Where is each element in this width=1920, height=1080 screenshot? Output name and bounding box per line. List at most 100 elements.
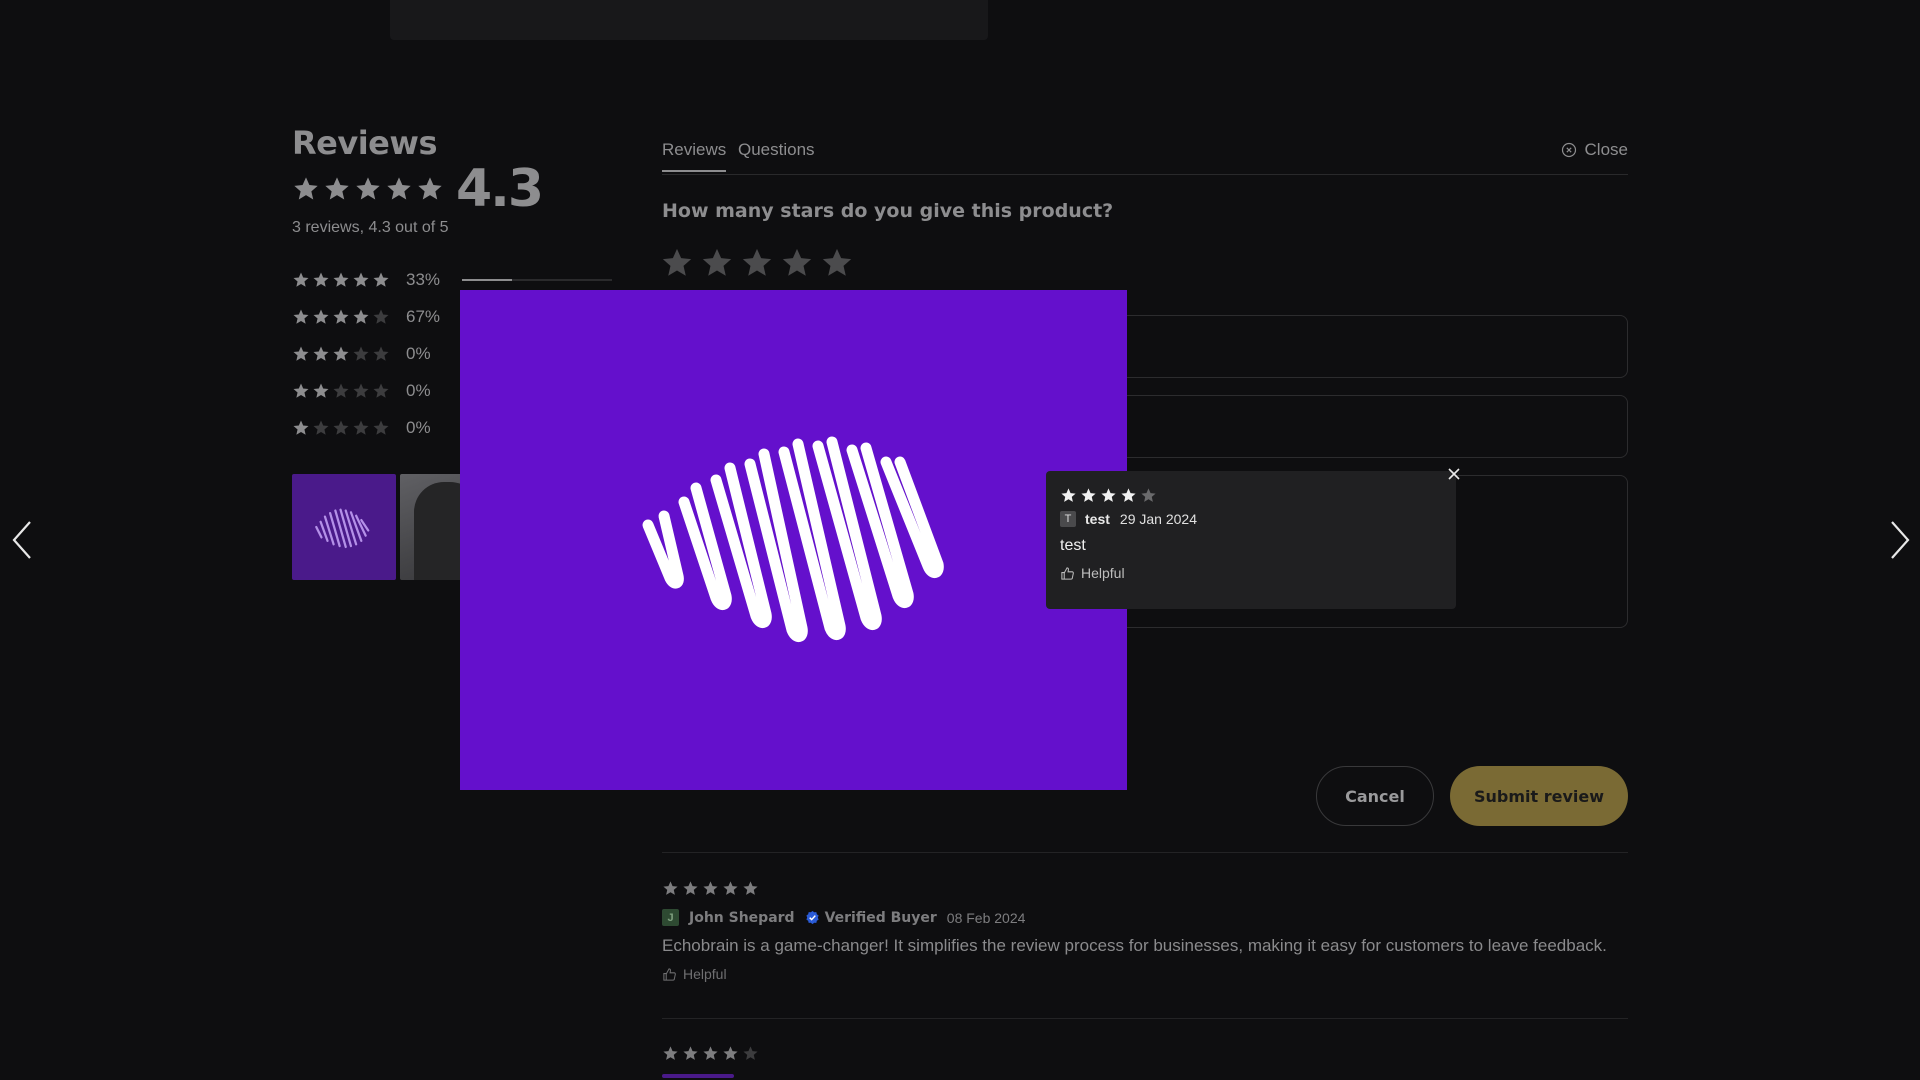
verified-label: Verified Buyer bbox=[824, 909, 937, 926]
review-title-field[interactable] bbox=[1110, 315, 1628, 378]
star-icon bbox=[1141, 488, 1156, 502]
star-icon[interactable] bbox=[820, 246, 854, 280]
top-strip bbox=[390, 0, 988, 40]
star-icon bbox=[373, 420, 389, 435]
divider bbox=[662, 1018, 1628, 1019]
star-icon bbox=[683, 881, 698, 895]
summary-subtitle: 3 reviews, 4.3 out of 5 bbox=[292, 219, 449, 237]
echobrain-logo-icon bbox=[642, 436, 944, 642]
distribution-percent: 33% bbox=[406, 269, 441, 289]
star-icon bbox=[294, 177, 318, 200]
thumbs-up-icon bbox=[1061, 566, 1074, 580]
review-item bbox=[662, 1045, 1628, 1078]
review-stars bbox=[662, 880, 1628, 897]
chevron-left-icon[interactable] bbox=[8, 516, 38, 564]
reviewer-name: test bbox=[1085, 511, 1110, 527]
star-icon[interactable] bbox=[780, 246, 814, 280]
cancel-button[interactable]: Cancel bbox=[1316, 766, 1434, 826]
star-icon bbox=[313, 272, 329, 287]
review-date: 29 Jan 2024 bbox=[1119, 511, 1197, 527]
star-icon bbox=[353, 272, 369, 287]
star-icon bbox=[373, 309, 389, 324]
star-icon bbox=[333, 420, 349, 435]
chevron-right-icon[interactable] bbox=[1884, 516, 1914, 564]
popup-stars bbox=[1060, 487, 1442, 504]
star-icon bbox=[1061, 488, 1076, 502]
distribution-stars bbox=[292, 419, 406, 437]
star-icon bbox=[353, 383, 369, 398]
rating-question: How many stars do you give this product? bbox=[662, 200, 1114, 222]
reviewer-badge bbox=[662, 1074, 734, 1078]
close-icon bbox=[1448, 468, 1460, 480]
lightbox-image bbox=[460, 290, 1127, 790]
distribution-percent: 0% bbox=[406, 380, 431, 400]
helpful-label: Helpful bbox=[1081, 565, 1125, 581]
star-icon bbox=[353, 309, 369, 324]
close-circle-icon bbox=[1561, 142, 1576, 158]
star-icon bbox=[743, 881, 758, 895]
distribution-stars bbox=[292, 308, 406, 326]
reviewer-name: John Shepard bbox=[689, 909, 795, 926]
summary-stars bbox=[292, 175, 444, 203]
helpful-label: Helpful bbox=[683, 966, 727, 982]
helpful-button[interactable]: Helpful bbox=[662, 966, 1628, 982]
avatar: T bbox=[1060, 511, 1076, 527]
star-icon bbox=[373, 383, 389, 398]
star-icon bbox=[663, 1046, 678, 1060]
tab-reviews[interactable]: Reviews bbox=[662, 140, 727, 172]
star-icon bbox=[325, 177, 349, 200]
star-icon bbox=[373, 346, 389, 361]
distribution-stars bbox=[292, 271, 406, 289]
star-icon bbox=[743, 1046, 758, 1060]
thumbnail-logo[interactable] bbox=[292, 474, 396, 580]
distribution-percent: 67% bbox=[406, 306, 441, 326]
review-text: Echobrain is a game-changer! It simplifi… bbox=[662, 936, 1607, 955]
rating-input[interactable] bbox=[660, 246, 854, 280]
star-icon bbox=[703, 1046, 718, 1060]
star-icon bbox=[683, 1046, 698, 1060]
distribution-bar-fill bbox=[462, 278, 512, 281]
divider bbox=[662, 852, 1628, 853]
star-icon bbox=[333, 383, 349, 398]
thumbs-up-icon bbox=[663, 967, 676, 981]
popup-close-button[interactable] bbox=[1440, 460, 1468, 488]
star-icon bbox=[1121, 488, 1136, 502]
close-button[interactable]: Close bbox=[1561, 140, 1628, 160]
tab-questions[interactable]: Questions bbox=[738, 140, 815, 170]
summary-score: 4.3 bbox=[456, 159, 544, 220]
echobrain-logo-icon bbox=[315, 508, 370, 549]
star-icon[interactable] bbox=[740, 246, 774, 280]
avatar: J bbox=[662, 909, 679, 926]
star-icon bbox=[313, 309, 329, 324]
star-icon bbox=[313, 383, 329, 398]
close-label: Close bbox=[1584, 140, 1628, 159]
star-icon bbox=[293, 420, 309, 435]
star-icon[interactable] bbox=[700, 246, 734, 280]
star-icon bbox=[293, 383, 309, 398]
star-icon bbox=[353, 420, 369, 435]
star-icon bbox=[293, 346, 309, 361]
star-icon bbox=[313, 420, 329, 435]
star-icon bbox=[703, 881, 718, 895]
star-icon bbox=[313, 346, 329, 361]
review-tabs: Reviews Questions Close bbox=[662, 140, 1628, 175]
star-icon bbox=[663, 881, 678, 895]
distribution-percent: 0% bbox=[406, 417, 431, 437]
verified-badge: Verified Buyer bbox=[805, 910, 937, 926]
star-icon bbox=[333, 346, 349, 361]
distribution-stars bbox=[292, 345, 406, 363]
review-item: J John Shepard Verified Buyer 08 Feb 202… bbox=[662, 880, 1628, 982]
star-icon bbox=[373, 272, 389, 287]
star-icon bbox=[356, 177, 380, 200]
review-text: test bbox=[1060, 537, 1086, 554]
star-icon bbox=[387, 177, 411, 200]
submit-review-button[interactable]: Submit review bbox=[1450, 766, 1628, 826]
review-name-field[interactable] bbox=[1110, 395, 1628, 458]
star-icon[interactable] bbox=[660, 246, 694, 280]
star-icon bbox=[353, 346, 369, 361]
summary-title: Reviews bbox=[292, 124, 437, 162]
star-icon bbox=[418, 177, 442, 200]
star-icon bbox=[723, 1046, 738, 1060]
review-stars bbox=[662, 1045, 1628, 1062]
helpful-button[interactable]: Helpful bbox=[1060, 565, 1442, 581]
